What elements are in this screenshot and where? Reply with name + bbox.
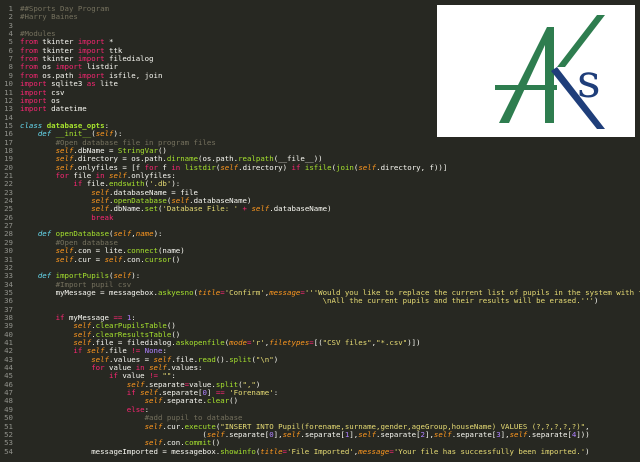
code-token: 'File Imported' [287, 446, 354, 456]
logo-a-crossbar [495, 85, 557, 90]
code-token: 'Your file has successfully been importe… [393, 446, 586, 456]
code-token: title [260, 446, 283, 456]
code-token: message [358, 446, 390, 456]
aks-logo-graphic: s [495, 15, 605, 129]
code-token: ) [585, 446, 590, 456]
aks-logo: s [437, 5, 635, 137]
line-number: 54 [4, 446, 13, 456]
logo-letter-s: s [577, 54, 601, 108]
code-line[interactable]: 54 messageImported = messagebox.showinfo… [0, 447, 640, 457]
code-token: messageImported = messagebox. [20, 446, 221, 456]
code-token: showinfo [220, 446, 256, 456]
logo-letter-a [499, 27, 554, 123]
code-text: messageImported = messagebox.showinfo(ti… [20, 446, 590, 457]
